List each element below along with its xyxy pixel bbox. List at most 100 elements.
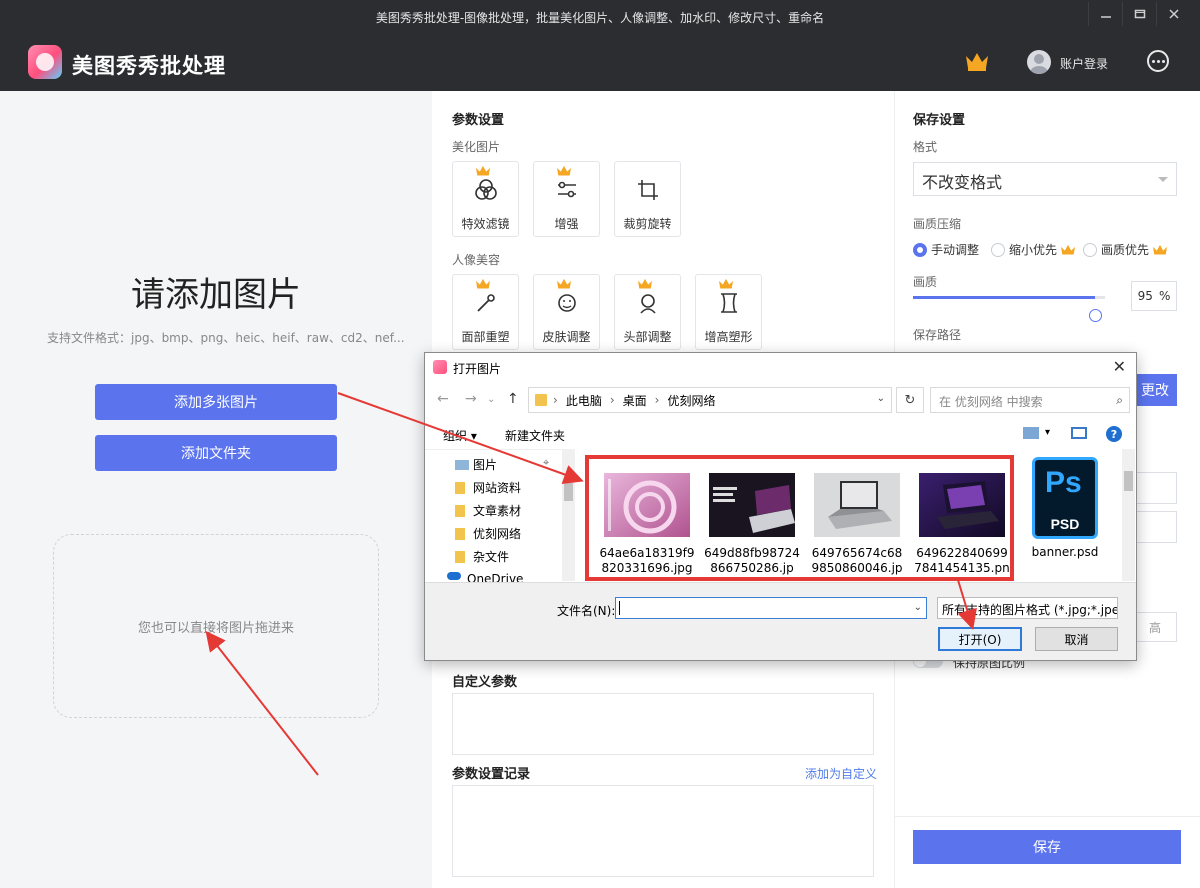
nav-item-youke[interactable]: 优刻网络 (455, 525, 521, 542)
search-input[interactable]: 在 优刻网络 中搜索 ⌕ (930, 387, 1130, 413)
vip-crown-icon[interactable] (964, 50, 990, 72)
view-icon[interactable] (1023, 427, 1039, 439)
scrollbar-thumb[interactable] (564, 483, 573, 501)
scrollbar-thumb[interactable] (1124, 471, 1133, 491)
dialog-nav-pane: 图片 ⌖ 网站资料 文章素材 优刻网络 杂文件 OneDrive (425, 449, 575, 582)
params-title: 参数设置 (452, 113, 505, 128)
body-shape-icon (721, 293, 737, 313)
nav-item-label: OneDrive (467, 572, 524, 582)
save-button[interactable]: 保存 (913, 830, 1181, 864)
filter-icon (475, 179, 497, 200)
add-images-button[interactable]: 添加多张图片 (95, 384, 337, 420)
more-options-icon[interactable] (1147, 50, 1169, 72)
tile-label: 增强 (554, 217, 579, 231)
radio-manual[interactable]: 手动调整 (913, 241, 979, 258)
nav-pane-scrollbar[interactable] (562, 449, 575, 581)
breadcrumb-item[interactable]: 此电脑 (566, 392, 602, 409)
close-icon[interactable]: ✕ (1113, 357, 1126, 376)
breadcrumb-item[interactable]: 桌面 (623, 392, 647, 409)
radio-label: 手动调整 (931, 243, 980, 257)
search-icon: ⌕ (1116, 393, 1123, 407)
params-history-box[interactable] (452, 785, 874, 877)
tile-enhance[interactable]: 增强 (533, 161, 600, 237)
crown-icon (476, 278, 490, 289)
height-input[interactable] (1133, 511, 1177, 543)
tile-skin[interactable]: 皮肤调整 (533, 274, 600, 350)
tile-head[interactable]: 头部调整 (614, 274, 681, 350)
file-item[interactable]: Ps PSD banner.psd (1015, 455, 1115, 560)
refresh-button[interactable]: ↻ (896, 387, 924, 413)
crown-icon (1153, 244, 1168, 254)
quality-slider-thumb[interactable] (1089, 309, 1103, 322)
address-bar[interactable]: › 此电脑 › 桌面 › 优刻网络 ⌄ (528, 387, 892, 413)
height-field[interactable]: 高 (1133, 612, 1177, 642)
radio-size-first[interactable]: 缩小优先 (991, 241, 1077, 258)
tile-face-reshape[interactable]: 面部重塑 (452, 274, 519, 350)
preview-pane-icon[interactable] (1071, 427, 1087, 439)
nav-item-misc[interactable]: 杂文件 (455, 548, 509, 565)
format-select[interactable]: 不改变格式 (913, 162, 1177, 196)
forward-icon[interactable]: → (465, 391, 477, 407)
quality-input[interactable]: 95 % (1131, 281, 1177, 311)
add-custom-link[interactable]: 添加为自定义 (805, 765, 877, 782)
login-link[interactable]: 账户登录 (1060, 55, 1108, 72)
nav-item-website[interactable]: 网站资料 (455, 479, 521, 496)
cloud-icon (447, 572, 461, 580)
close-window-button[interactable] (1156, 2, 1190, 26)
open-button[interactable]: 打开(O) (938, 627, 1022, 651)
nav-item-articles[interactable]: 文章素材 (455, 502, 521, 519)
add-folder-button[interactable]: 添加文件夹 (95, 435, 337, 471)
filename-input[interactable]: ⌄ (615, 597, 927, 619)
folder-icon (455, 504, 465, 517)
breadcrumb-item[interactable]: 优刻网络 (667, 392, 715, 409)
change-path-button[interactable]: 更改 (1133, 374, 1177, 406)
nav-item-label: 图片 (473, 458, 498, 472)
app-name: 美图秀秀批处理 (72, 54, 226, 78)
pictures-icon (455, 459, 469, 470)
avatar[interactable] (1027, 50, 1051, 74)
organize-menu[interactable]: 组织 ▾ (443, 427, 477, 444)
nav-item-pictures[interactable]: 图片 (455, 456, 497, 473)
params-history-title: 参数设置记录 (452, 767, 531, 782)
back-icon[interactable]: ← (437, 391, 449, 407)
window-title: 美图秀秀批处理-图像批处理，批量美化图片、人像调整、加水印、修改尺寸、重命名 (375, 11, 825, 25)
new-folder-button[interactable]: 新建文件夹 (505, 427, 565, 444)
beautify-title: 美化图片 (452, 140, 501, 154)
maximize-button[interactable] (1122, 2, 1156, 26)
radio-quality-first[interactable]: 画质优先 (1083, 241, 1169, 258)
radio-dot (913, 242, 927, 257)
face-icon (558, 294, 576, 312)
format-label: 格式 (913, 140, 938, 154)
drop-zone[interactable]: 您也可以直接将图片拖进来 (53, 534, 379, 718)
compress-label: 画质压缩 (913, 217, 962, 231)
chevron-down-icon[interactable]: ⌄ (487, 394, 495, 405)
tile-body-shape[interactable]: 增高塑形 (695, 274, 762, 350)
chevron-down-icon (1158, 177, 1168, 182)
quality-label: 画质 (913, 275, 938, 289)
nav-item-label: 杂文件 (473, 550, 510, 564)
custom-params-box[interactable] (452, 693, 874, 755)
files-scrollbar[interactable] (1122, 449, 1135, 581)
add-images-heading: 请添加图片 (131, 275, 301, 315)
radio-label: 缩小优先 (1009, 243, 1058, 257)
tile-filter[interactable]: 特效滤镜 (452, 161, 519, 237)
chevron-down-icon[interactable]: ⌄ (914, 602, 922, 613)
crown-icon (638, 278, 652, 289)
width-input[interactable] (1133, 472, 1177, 504)
app-logo (28, 45, 62, 79)
text-caret (619, 601, 620, 615)
image-input-panel: 请添加图片 支持文件格式：jpg、bmp、png、heic、heif、raw、c… (0, 91, 432, 888)
search-placeholder: 在 优刻网络 中搜索 (939, 395, 1043, 409)
filetype-select[interactable]: 所有支持的图片格式 (*.jpg;*.jpeg (937, 597, 1118, 619)
up-icon[interactable]: ↑ (507, 391, 519, 407)
chevron-down-icon[interactable]: ⌄ (877, 393, 885, 404)
cancel-button[interactable]: 取消 (1035, 627, 1118, 651)
help-icon[interactable]: ? (1106, 426, 1122, 442)
quality-slider[interactable] (913, 296, 1105, 322)
minimize-button[interactable] (1088, 2, 1122, 26)
tile-crop-rotate[interactable]: 裁剪旋转 (614, 161, 681, 237)
chevron-down-icon[interactable]: ▾ (1045, 427, 1050, 438)
nav-item-onedrive[interactable]: OneDrive (447, 572, 523, 582)
close-icon (1168, 9, 1179, 19)
crown-icon (719, 278, 733, 289)
